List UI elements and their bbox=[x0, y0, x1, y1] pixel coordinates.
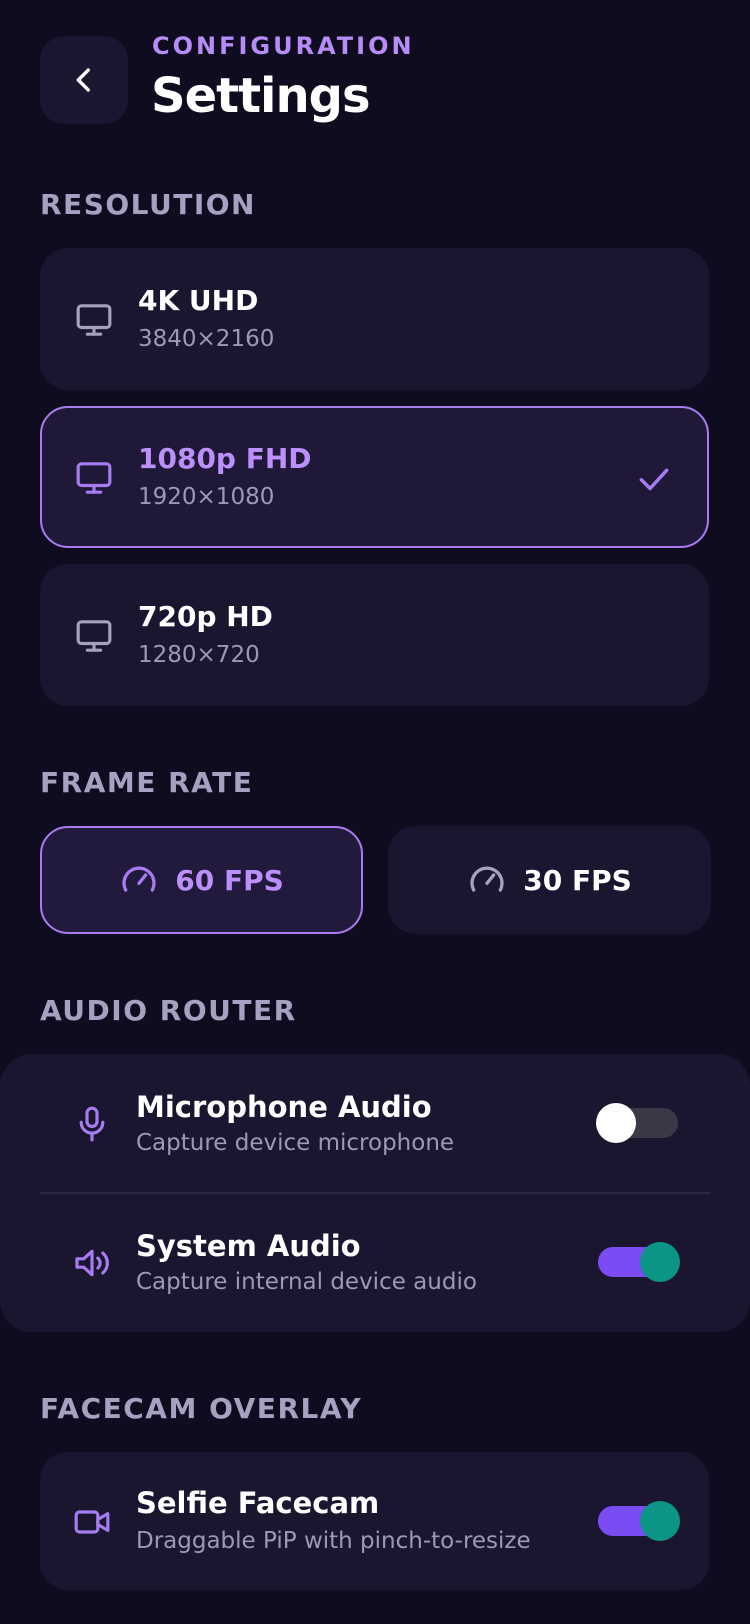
section-label-frame-rate: FRAME RATE bbox=[40, 766, 254, 799]
system-audio-toggle[interactable] bbox=[598, 1242, 680, 1282]
monitor-icon bbox=[76, 620, 112, 652]
section-label-facecam: FACECAM OVERLAY bbox=[40, 1392, 363, 1425]
speaker-icon bbox=[75, 1249, 109, 1277]
page-title: Settings bbox=[151, 68, 371, 124]
section-label-resolution: RESOLUTION bbox=[40, 188, 256, 221]
row-subtitle: Capture internal device audio bbox=[136, 1269, 477, 1295]
toggle-knob bbox=[596, 1103, 636, 1143]
row-subtitle: Draggable PiP with pinch-to-resize bbox=[136, 1528, 531, 1554]
fps-option-30[interactable]: 30 FPS bbox=[388, 826, 711, 934]
microphone-audio-toggle[interactable] bbox=[596, 1103, 678, 1143]
toggle-knob bbox=[640, 1501, 680, 1541]
resolution-option-720p[interactable]: 720p HD 1280×720 bbox=[40, 564, 709, 706]
resolution-size: 3840×2160 bbox=[138, 326, 275, 352]
fps-label: 60 FPS bbox=[175, 863, 284, 897]
microphone-icon bbox=[79, 1106, 105, 1142]
resolution-option-1080p[interactable]: 1080p FHD 1920×1080 bbox=[40, 406, 709, 548]
toggle-knob bbox=[640, 1242, 680, 1282]
check-icon bbox=[639, 468, 669, 491]
resolution-size: 1280×720 bbox=[138, 642, 260, 668]
resolution-option-4k[interactable]: 4K UHD 3840×2160 bbox=[40, 248, 709, 390]
audio-row-microphone: Microphone Audio Capture device micropho… bbox=[0, 1054, 750, 1193]
row-subtitle: Capture device microphone bbox=[136, 1130, 455, 1156]
settings-screen: CONFIGURATION Settings RESOLUTION 4K UHD… bbox=[0, 0, 750, 1624]
section-label-audio-router: AUDIO ROUTER bbox=[40, 994, 297, 1027]
back-button[interactable] bbox=[40, 36, 128, 124]
audio-router-card: Microphone Audio Capture device micropho… bbox=[0, 1054, 750, 1332]
page-eyebrow: CONFIGURATION bbox=[152, 32, 415, 60]
facecam-card: Selfie Facecam Draggable PiP with pinch-… bbox=[40, 1452, 709, 1590]
fps-option-60[interactable]: 60 FPS bbox=[40, 826, 363, 934]
gauge-icon bbox=[122, 866, 156, 892]
gauge-icon bbox=[470, 866, 504, 892]
monitor-icon bbox=[76, 304, 112, 336]
fps-label: 30 FPS bbox=[523, 863, 632, 897]
monitor-icon bbox=[76, 462, 112, 494]
resolution-name: 720p HD bbox=[138, 600, 273, 633]
video-camera-icon bbox=[74, 1510, 110, 1534]
row-title: System Audio bbox=[136, 1229, 361, 1263]
resolution-name: 4K UHD bbox=[138, 284, 259, 317]
row-title: Microphone Audio bbox=[136, 1090, 432, 1124]
row-title: Selfie Facecam bbox=[136, 1486, 380, 1520]
chevron-left-icon bbox=[76, 68, 90, 92]
audio-row-system: System Audio Capture internal device aud… bbox=[0, 1193, 750, 1332]
facecam-toggle[interactable] bbox=[598, 1501, 680, 1541]
resolution-size: 1920×1080 bbox=[138, 484, 275, 510]
resolution-name: 1080p FHD bbox=[138, 442, 312, 475]
